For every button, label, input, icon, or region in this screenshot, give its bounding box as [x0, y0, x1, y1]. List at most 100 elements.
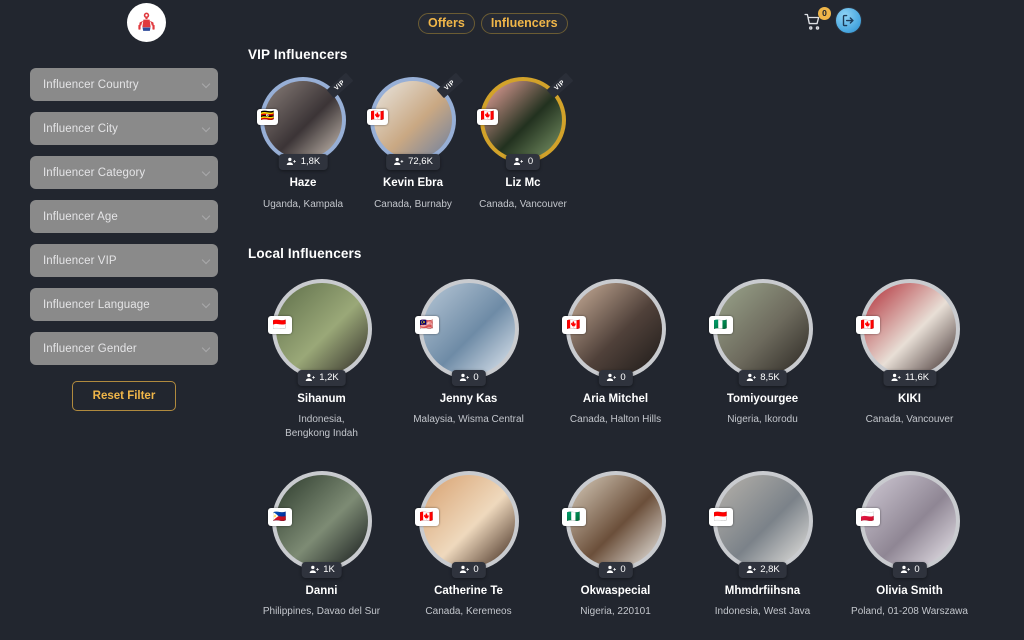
nav-tab-influencers[interactable]: Influencers: [480, 13, 568, 34]
filter-influencer-language[interactable]: Influencer Language: [30, 288, 218, 321]
app-logo[interactable]: [127, 3, 166, 42]
influencer-card[interactable]: 🇨🇦 VIP 0 Liz Mc Canada, Vancouver: [468, 72, 578, 212]
influencer-name: Catherine Te: [434, 585, 503, 597]
influencer-name: Liz Mc: [505, 177, 541, 189]
login-icon: [842, 14, 854, 27]
avatar[interactable]: 🇨🇦 VIP 0: [477, 72, 574, 170]
influencer-location: Nigeria, Ikorodu: [727, 414, 798, 425]
influencer-card[interactable]: 🇳🇬 8,5K Tomiyourgee Nigeria, Ikorodu: [689, 279, 836, 441]
avatar[interactable]: 🇳🇬 0: [561, 471, 666, 578]
influencer-location: Indonesia, Bengkong Indah: [285, 414, 358, 439]
influencer-card[interactable]: 🇲🇾 0 Jenny Kas Malaysia, Wisma Central: [395, 279, 542, 441]
influencer-card[interactable]: 🇨🇦 11,6K KIKI Canada, Vancouver: [836, 279, 983, 441]
followers-badge: 1,8K: [278, 154, 328, 170]
avatar[interactable]: 🇳🇬 8,5K: [708, 279, 813, 386]
influencer-card[interactable]: 🇨🇦 0 Aria Mitchel Canada, Halton Hills: [542, 279, 689, 441]
followers-badge: 72,6K: [386, 154, 440, 170]
country-flag-icon: 🇨🇦: [414, 508, 439, 526]
influencer-location: Canada, Burnaby: [374, 199, 452, 210]
followers-badge: 0: [451, 562, 486, 578]
filter-label: Influencer City: [43, 122, 119, 135]
nav-tab-offers[interactable]: Offers: [418, 13, 475, 34]
influencer-card[interactable]: 🇵🇭 1K Danni Philippines, Davao del Sur: [248, 471, 395, 619]
avatar[interactable]: 🇮🇩 2,8K: [708, 471, 813, 578]
avatar[interactable]: 🇵🇭 1K: [267, 471, 372, 578]
influencer-card[interactable]: 🇨🇦 VIP 72,6K Kevin Ebra Canada, Burnaby: [358, 72, 468, 212]
influencer-name: Mhmdrfiihsna: [724, 585, 801, 597]
influencer-card[interactable]: 🇨🇦 0 Catherine Te Canada, Keremeos: [395, 471, 542, 619]
followers-badge: 0: [598, 370, 633, 386]
filter-influencer-gender[interactable]: Influencer Gender: [30, 332, 218, 365]
influencer-card[interactable]: 🇮🇩 1,2K Sihanum Indonesia, Bengkong Indah: [248, 279, 395, 441]
vip-badge: VIP: [546, 72, 574, 99]
followers-count: 11,6K: [904, 372, 930, 383]
avatar[interactable]: 🇺🇬 VIP 1,8K: [257, 72, 354, 170]
influencer-card[interactable]: 🇮🇩 2,8K Mhmdrfiihsna Indonesia, West Java: [689, 471, 836, 619]
influencer-name: Olivia Smith: [876, 585, 943, 597]
country-flag-icon: 🇵🇭: [267, 508, 292, 526]
reset-filter-button[interactable]: Reset Filter: [72, 381, 176, 411]
followers-count: 0: [527, 156, 534, 167]
influencer-card[interactable]: 🇺🇬 VIP 1,8K Haze Uganda, Kampala: [248, 72, 358, 212]
followers-badge: 0: [598, 562, 633, 578]
followers-count: 0: [473, 372, 479, 383]
influencer-location: Canada, Halton Hills: [569, 414, 662, 425]
followers-badge: 8,5K: [738, 370, 787, 386]
avatar[interactable]: 🇨🇦 11,6K: [855, 279, 960, 386]
followers-count: 0: [620, 564, 626, 575]
influencer-location: Nigeria, 220101: [580, 606, 651, 617]
followers-icon: [459, 373, 469, 381]
avatar[interactable]: 🇨🇦 0: [414, 471, 519, 578]
followers-badge: 1K: [301, 562, 342, 578]
influencer-name: Okwaspecial: [580, 585, 651, 597]
filter-influencer-age[interactable]: Influencer Age: [30, 200, 218, 233]
country-flag-icon: 🇮🇩: [708, 508, 733, 526]
filter-influencer-city[interactable]: Influencer City: [30, 112, 218, 145]
avatar[interactable]: 🇲🇾 0: [414, 279, 519, 386]
vip-influencer-row: 🇺🇬 VIP 1,8K Haze Uganda, Kampala 🇨🇦 VIP 72,6K Ke…: [248, 72, 578, 212]
chevron-down-icon: [201, 167, 211, 177]
followers-icon: [606, 373, 616, 381]
header-actions: 0: [803, 6, 862, 34]
influencer-name: Jenny Kas: [439, 393, 498, 405]
login-button[interactable]: [835, 7, 862, 34]
logo-icon: [138, 12, 155, 31]
followers-icon: [309, 565, 319, 573]
country-flag-icon: 🇲🇾: [414, 316, 439, 334]
filter-label: Influencer Category: [43, 166, 146, 179]
followers-count: 0: [914, 564, 920, 575]
influencer-name: Sihanum: [297, 393, 346, 405]
filter-influencer-vip[interactable]: Influencer VIP: [30, 244, 218, 277]
followers-count: 1,8K: [300, 156, 321, 167]
followers-badge: 0: [505, 154, 541, 170]
chevron-down-icon: [201, 343, 211, 353]
followers-count: 0: [620, 372, 626, 383]
influencer-location: Canada, Vancouver: [865, 414, 954, 425]
influencer-card[interactable]: 🇵🇱 0 Olivia Smith Poland, 01-208 Warszawa: [836, 471, 983, 619]
followers-icon: [286, 157, 296, 165]
cart-count-badge: 0: [818, 6, 831, 20]
vip-badge: VIP: [436, 72, 464, 99]
avatar[interactable]: 🇨🇦 VIP 72,6K: [367, 72, 464, 170]
followers-badge: 0: [451, 370, 486, 386]
avatar[interactable]: 🇮🇩 1,2K: [267, 279, 372, 386]
chevron-down-icon: [201, 255, 211, 265]
chevron-down-icon: [201, 79, 211, 89]
avatar[interactable]: 🇵🇱 0: [855, 471, 960, 578]
followers-icon: [305, 373, 315, 381]
chevron-down-icon: [201, 299, 211, 309]
followers-icon: [890, 373, 901, 381]
filter-influencer-country[interactable]: Influencer Country: [30, 68, 218, 101]
filter-label: Influencer Country: [43, 78, 139, 91]
filter-sidebar: Influencer Country Influencer City Influen…: [0, 47, 248, 640]
influencer-location: Malaysia, Wisma Central: [413, 414, 524, 425]
app-header: Offers Influencers 0: [0, 0, 1024, 47]
avatar[interactable]: 🇨🇦 0: [561, 279, 666, 386]
influencer-name: Tomiyourgee: [726, 393, 799, 405]
influencer-card[interactable]: 🇳🇬 0 Okwaspecial Nigeria, 220101: [542, 471, 689, 619]
vip-section-title: VIP Influencers: [248, 47, 348, 62]
shopping-cart-button[interactable]: 0: [803, 6, 831, 34]
followers-icon: [459, 565, 469, 573]
filter-influencer-category[interactable]: Influencer Category: [30, 156, 218, 189]
country-flag-icon: 🇺🇬: [257, 108, 278, 125]
